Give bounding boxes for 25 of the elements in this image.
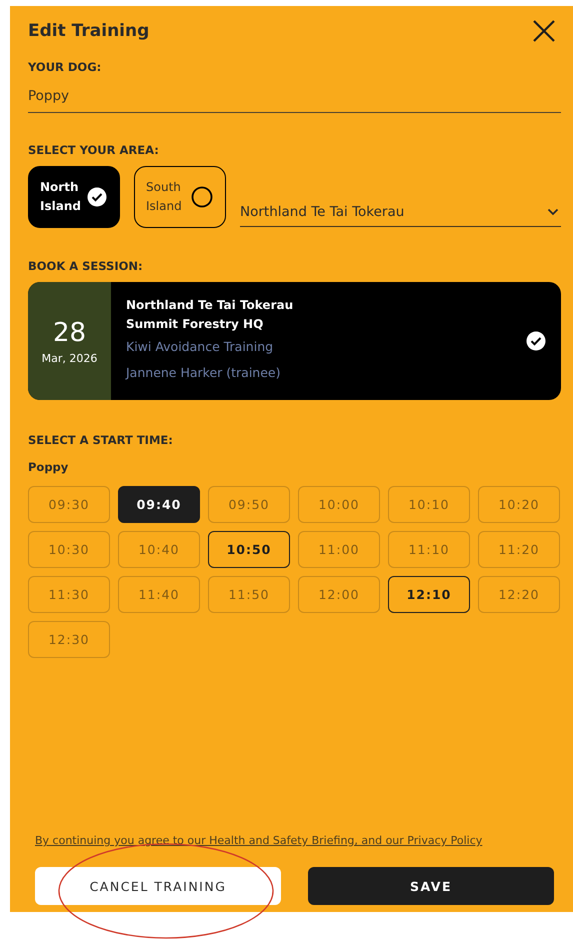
field-label: BOOK A SESSION: [28,259,144,273]
session-course: Kiwi Avoidance Training [126,338,274,356]
session-trainer: Jannene Harker (trainee) [126,364,282,382]
field-label: SELECT YOUR AREA: [28,143,160,157]
dog-name-field[interactable]: Poppy [28,80,561,113]
time-slot[interactable]: 09:40 [118,486,200,523]
agreement-link[interactable]: By continuing you agree to our Health and Safety Briefing, and our Privacy Policy [35,834,561,847]
session-card[interactable]: 28 Mar, 2026 Northland Te Tai Tokerau Summit Forestry HQ Kiwi Avoidance Training Jannene Harker (trainee) [28,282,561,400]
field-label: SELECT A START TIME: [28,433,174,447]
session-day: 28 [52,318,86,348]
time-slot[interactable]: 12:10 [388,576,470,613]
save-button[interactable]: SAVE [308,867,554,905]
session-venue: Summit Forestry HQ [126,316,264,333]
session-month: Mar, 2026 [42,352,98,364]
close-button[interactable] [531,18,557,44]
field-label: YOUR DOG: [28,60,102,74]
dog-name: Poppy [28,460,70,474]
cancel-button[interactable]: CANCEL TRAINING [35,867,281,905]
session-region: Northland Te Tai Tokerau [126,297,294,314]
chevron-down-icon [547,208,559,216]
area-option[interactable]: North Island [28,166,120,228]
area-option[interactable]: South Island [134,166,226,228]
region-dropdown[interactable]: Northland Te Tai Tokerau [240,204,561,227]
dialog-title: Edit Training [28,21,150,41]
time-slot[interactable]: 10:50 [208,531,290,568]
